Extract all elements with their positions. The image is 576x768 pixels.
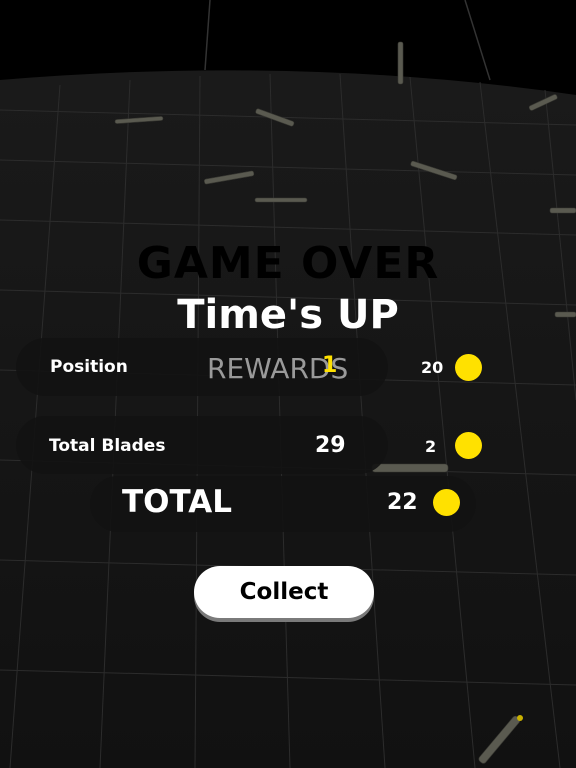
game-over-title: GAME OVER xyxy=(136,238,440,289)
total-value: 22 xyxy=(387,490,418,515)
times-up-subtitle: Time's UP xyxy=(177,292,399,338)
total-blades-value: 29 xyxy=(315,433,346,458)
total-blades-reward: 2 xyxy=(425,437,437,456)
position-label: Position xyxy=(50,357,128,377)
collect-button[interactable]: Collect xyxy=(194,566,374,618)
coin-icon xyxy=(455,432,482,459)
position-value: 1 xyxy=(322,353,338,378)
total-label: TOTAL xyxy=(122,484,232,520)
total-blades-label: Total Blades xyxy=(49,436,166,456)
coin-icon xyxy=(433,489,460,516)
coin-icon xyxy=(455,354,482,381)
position-reward: 20 xyxy=(421,358,444,377)
